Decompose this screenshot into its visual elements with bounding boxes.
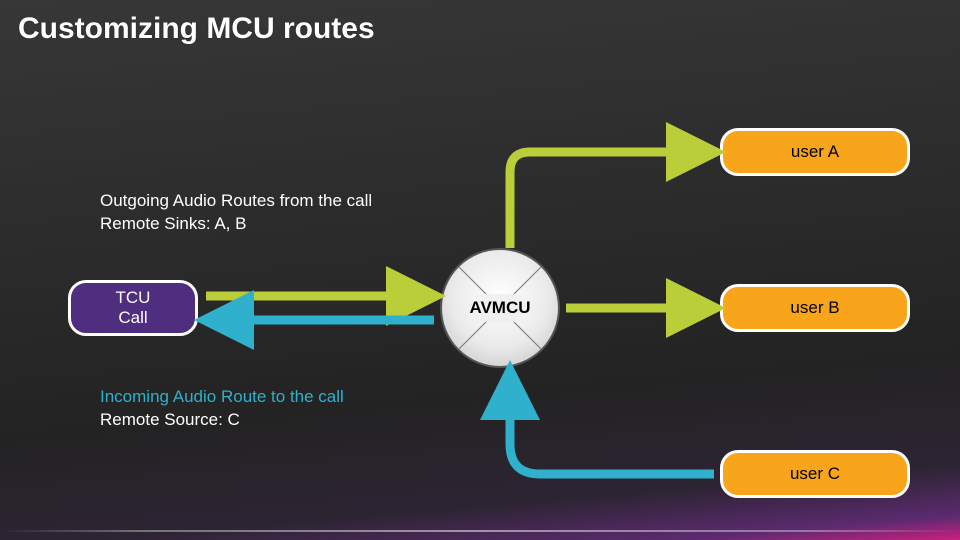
node-tcu-call: TCU Call (68, 280, 198, 336)
node-avmcu: AVMCU (440, 248, 560, 368)
caption-incoming: Incoming Audio Route to the call Remote … (100, 386, 344, 432)
node-user-b-label: user B (790, 298, 839, 318)
node-user-a-label: user A (791, 142, 839, 162)
slide-title: Customizing MCU routes (18, 12, 375, 46)
node-tcu-call-label: TCU Call (116, 288, 151, 329)
node-user-c-label: user C (790, 464, 840, 484)
caption-outgoing: Outgoing Audio Routes from the call Remo… (100, 190, 372, 236)
caption-incoming-line1: Incoming Audio Route to the call (100, 387, 344, 406)
arrow-user-c-to-avmcu (510, 372, 714, 474)
node-avmcu-label: AVMCU (461, 294, 538, 322)
caption-outgoing-line2: Remote Sinks: A, B (100, 213, 372, 236)
caption-outgoing-line1: Outgoing Audio Routes from the call (100, 191, 372, 210)
footer-divider (0, 530, 960, 532)
node-user-c: user C (720, 450, 910, 498)
arrow-avmcu-to-user-a (510, 152, 714, 248)
caption-incoming-line2: Remote Source: C (100, 409, 344, 432)
node-user-b: user B (720, 284, 910, 332)
node-user-a: user A (720, 128, 910, 176)
